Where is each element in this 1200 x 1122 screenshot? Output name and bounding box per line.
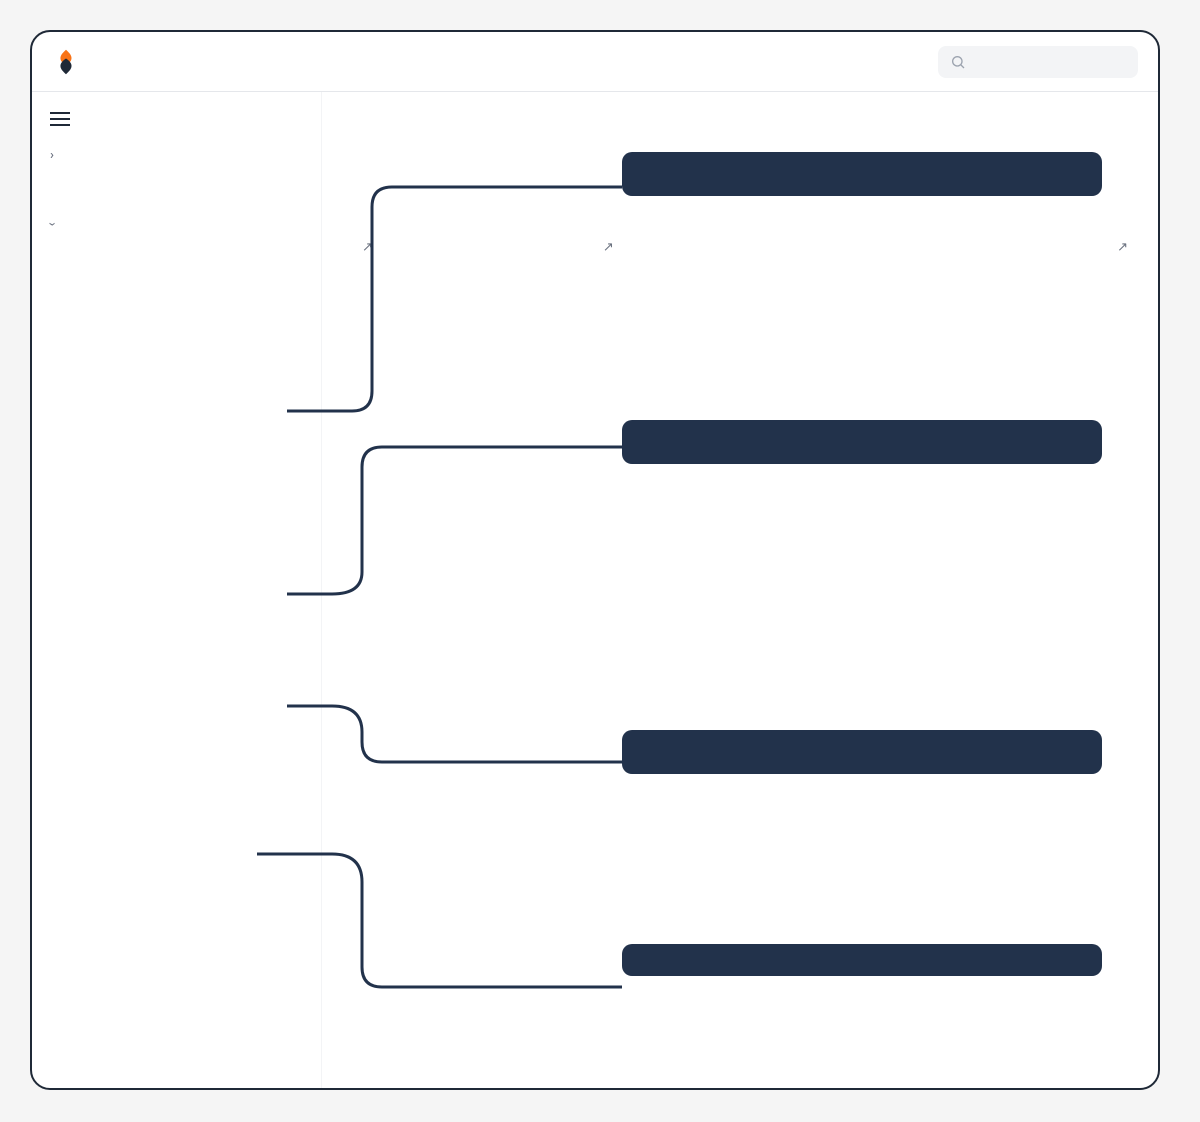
shortcut-sales-invoice[interactable]: ↗ xyxy=(1107,240,1128,255)
external-arrow-icon: ↗ xyxy=(362,240,373,255)
app-window: › › ↗ ↗ ↗ xyxy=(30,30,1160,1090)
callout-project xyxy=(622,730,1102,774)
external-arrow-icon: ↗ xyxy=(1117,240,1128,255)
chevron-down-icon: › xyxy=(45,222,60,226)
sidebar: › › xyxy=(32,92,322,1088)
section-public[interactable]: › xyxy=(50,217,307,232)
search-icon xyxy=(950,54,966,70)
chevron-right-icon: › xyxy=(50,148,54,163)
section-personal[interactable]: › xyxy=(50,148,307,163)
hamburger-icon[interactable] xyxy=(50,112,70,126)
external-arrow-icon: ↗ xyxy=(603,240,614,255)
main-content: ↗ ↗ ↗ xyxy=(322,92,1158,1088)
shortcut-supplier[interactable]: ↗ xyxy=(593,240,614,255)
search-input[interactable] xyxy=(938,46,1138,78)
callout-accounting xyxy=(622,152,1102,196)
callout-crm xyxy=(622,944,1102,976)
header xyxy=(32,32,1158,92)
app-logo-icon xyxy=(52,48,80,76)
shortcuts-row: ↗ ↗ ↗ xyxy=(352,240,1128,255)
callout-hrm xyxy=(622,420,1102,464)
shortcut-customer[interactable]: ↗ xyxy=(352,240,373,255)
